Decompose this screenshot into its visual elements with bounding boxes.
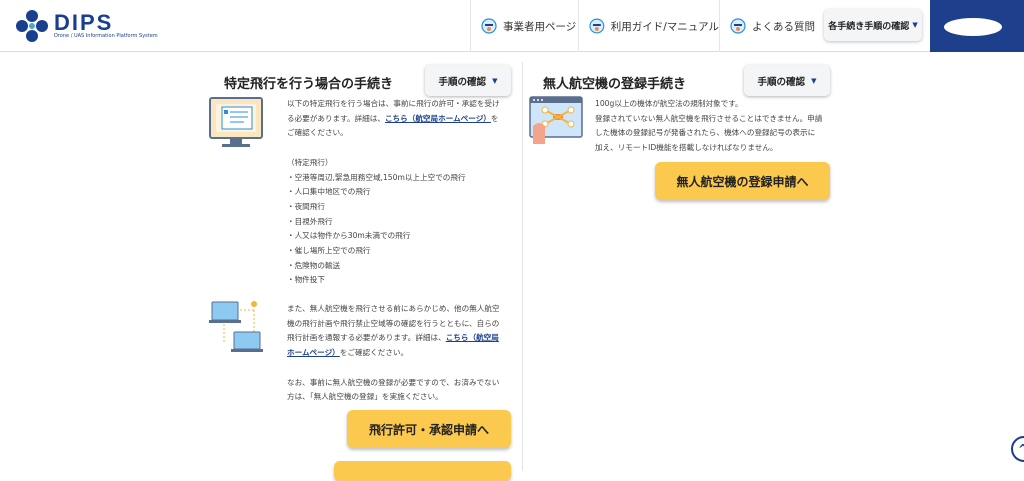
drone-globe-icon: [481, 18, 497, 34]
description-line: また、無人航空機を飛行させる前にあらかじめ、他の無人航空: [287, 304, 500, 313]
specific-flight-description: 以下の特定飛行を行う場合は、事前に飛行の許可・承認を受け る必要があります。詳細…: [287, 97, 500, 288]
procedures-dropdown-label: 各手続き手順の確認: [828, 21, 910, 32]
list-item: ・人口集中地区での飛行: [287, 187, 371, 197]
specific-flight-heading: （特定飛行）: [287, 157, 333, 167]
chevron-up-icon: ^: [1018, 442, 1024, 456]
nav-faq[interactable]: よくある質問: [719, 0, 818, 52]
flight-permission-apply-button[interactable]: 飛行許可・承認申請へ: [347, 410, 511, 448]
specific-flight-title: 特定飛行を行う場合の手続き: [224, 77, 394, 92]
description-line: 方は、「無人航空機の登録」を実施ください。: [287, 392, 443, 402]
description-line: した機体の登録記号が発番されたら、機体への登録記号の表示に: [595, 128, 816, 138]
drone-registration-illustration-icon: [529, 96, 583, 144]
civil-aviation-bureau-link[interactable]: こちら（航空局ホームページ）: [385, 114, 491, 123]
description-line: なお、事前に無人航空機の登録が必要ですので、お済みでない: [287, 377, 500, 387]
logo-mark-icon: [16, 10, 48, 42]
drone-registration-title: 無人航空機の登録手続き: [543, 77, 687, 92]
description-line: ホームページ）をご確認ください。: [287, 348, 409, 358]
caret-down-icon: ▼: [912, 21, 918, 29]
drone-globe-icon: [589, 18, 605, 34]
list-item: ・人又は物件から30m未満での飛行: [287, 231, 411, 241]
caret-down-icon: ▼: [811, 76, 817, 85]
caret-down-icon: ▼: [492, 76, 498, 85]
flight-plan-notice: また、無人航空機を飛行させる前にあらかじめ、他の無人航空 機の飛行計画や飛行禁止…: [287, 302, 500, 405]
user-account-area[interactable]: [930, 0, 1024, 52]
nav-business-page[interactable]: 事業者用ページ: [470, 0, 578, 52]
nav-label: よくある質問: [752, 20, 815, 33]
steps-button-label: 手順の確認: [438, 76, 487, 88]
description-line: 機の飛行計画や飛行禁止空域等の確認を行うとともに、自らの: [287, 318, 500, 328]
description-line: 加え、リモートID機能を搭載しなければなりません。: [595, 143, 778, 153]
registration-steps-button[interactable]: 手順の確認 ▼: [744, 65, 830, 96]
nav-user-guide[interactable]: 利用ガイド/マニュアル: [578, 0, 719, 52]
list-item: ・空港等周辺,緊急用務空域,150m以上上空での飛行: [287, 172, 466, 182]
list-item: ・夜間飛行: [287, 201, 325, 211]
civil-aviation-bureau-link-2-cont[interactable]: ホームページ）: [287, 348, 340, 357]
list-item: ・目視外飛行: [287, 216, 333, 226]
list-item: ・物件投下: [287, 275, 325, 285]
dips-logo[interactable]: DIPS Drone / UAS Information Platform Sy…: [14, 9, 158, 43]
list-item: ・危険物の輸送: [287, 260, 341, 270]
redacted-username: [944, 18, 1002, 36]
procedures-dropdown[interactable]: 各手続き手順の確認 ▼: [824, 9, 922, 41]
description-line: 登録されていない無人航空機を飛行させることはできません。申請: [595, 113, 823, 123]
next-cta-button-partial[interactable]: [334, 461, 511, 481]
drone-registration-apply-button[interactable]: 無人航空機の登録申請へ: [655, 162, 830, 200]
steps-button-label: 手順の確認: [757, 76, 806, 88]
list-item: ・催し場所上空での飛行: [287, 246, 371, 256]
description-line: 以下の特定飛行を行う場合は、事前に飛行の許可・承認を受け: [287, 99, 500, 108]
flight-plan-network-illustration-icon: [209, 301, 263, 352]
description-line: 100g以上の機体が航空法の規制対象です。: [595, 99, 743, 108]
scroll-to-top-button[interactable]: ^: [1011, 436, 1024, 462]
header: DIPS Drone / UAS Information Platform Sy…: [0, 0, 1024, 52]
description-line: る必要があります。詳細は、こちら（航空局ホームページ）を: [287, 113, 499, 123]
registration-description: 100g以上の機体が航空法の規制対象です。 登録されていない無人航空機を飛行させ…: [595, 97, 822, 156]
civil-aviation-bureau-link-2[interactable]: こちら（航空局: [446, 333, 499, 342]
flight-application-illustration-icon: [209, 97, 263, 147]
nav-label: 事業者用ページ: [503, 20, 577, 33]
column-divider: [522, 62, 523, 471]
description-line: 飛行計画を通報する必要があります。詳細は、こちら（航空局: [287, 333, 499, 343]
nav-label: 利用ガイド/マニュアル: [610, 20, 719, 33]
drone-globe-icon: [730, 18, 746, 34]
logo-subtitle: Drone / UAS Information Platform System: [54, 33, 158, 39]
description-line: ご確認ください。: [287, 128, 348, 138]
specific-flight-steps-button[interactable]: 手順の確認 ▼: [425, 65, 511, 96]
